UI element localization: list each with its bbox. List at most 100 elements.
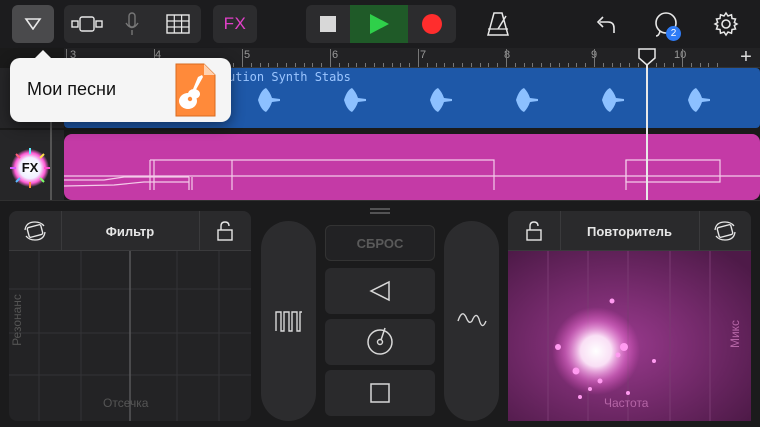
ruler-tick bbox=[418, 49, 419, 67]
ruler-tick bbox=[585, 63, 587, 67]
swap-effect-icon bbox=[714, 221, 736, 241]
fx-track-label: FX bbox=[21, 160, 39, 175]
filter-lock-button[interactable] bbox=[199, 211, 251, 251]
ruler-tick bbox=[708, 63, 710, 67]
ruler-tick bbox=[514, 63, 516, 67]
ruler-tick bbox=[506, 49, 507, 67]
fx-automation-region[interactable] bbox=[64, 134, 760, 200]
automation-curve bbox=[64, 159, 760, 190]
ruler-tick bbox=[321, 63, 323, 67]
waveform-blob bbox=[602, 88, 624, 112]
microphone-icon bbox=[125, 12, 139, 35]
repeater-panel-header: Повторитель bbox=[508, 211, 751, 251]
filter-title: Фильтр bbox=[105, 223, 155, 239]
transport-group bbox=[306, 5, 456, 43]
scratch-button[interactable] bbox=[325, 319, 435, 365]
ruler-tick bbox=[250, 63, 252, 67]
waveform-blob bbox=[258, 88, 280, 112]
ruler-tick bbox=[374, 63, 375, 67]
panel-grip-handle[interactable] bbox=[368, 207, 392, 215]
ruler-tick bbox=[435, 63, 437, 67]
record-icon bbox=[422, 14, 442, 34]
undo-icon bbox=[596, 16, 615, 33]
ruler-tick bbox=[347, 63, 349, 67]
unlock-icon bbox=[526, 221, 542, 241]
tracks-view-button[interactable] bbox=[154, 5, 201, 43]
ruler-tick bbox=[550, 63, 551, 67]
ruler-tick bbox=[391, 63, 393, 67]
my-songs-popup[interactable]: Мои песни bbox=[10, 50, 231, 122]
undo-button[interactable] bbox=[586, 5, 624, 43]
waveform-blob bbox=[516, 88, 538, 112]
filter-xy-pad[interactable]: Отсечка Резонанс bbox=[9, 251, 251, 421]
reset-button[interactable]: СБРОС bbox=[325, 225, 435, 261]
turntable-icon bbox=[367, 327, 393, 355]
ruler-tick bbox=[286, 63, 287, 67]
filter-swap-button[interactable] bbox=[9, 211, 61, 251]
ruler-tick bbox=[242, 49, 243, 67]
downsampler-button[interactable] bbox=[444, 221, 499, 421]
metronome-button[interactable] bbox=[478, 5, 518, 43]
ruler-tick bbox=[382, 63, 384, 67]
ruler-tick bbox=[268, 63, 270, 67]
reverse-triangle-icon bbox=[369, 280, 390, 302]
ruler-tick bbox=[594, 49, 595, 67]
ruler-tick bbox=[479, 63, 481, 67]
ruler-tick bbox=[690, 63, 692, 67]
ruler-tick bbox=[294, 63, 296, 67]
waveform-blob bbox=[344, 88, 366, 112]
unlock-icon bbox=[217, 221, 233, 241]
toolbar: FX 2 bbox=[0, 0, 760, 48]
browser-icon bbox=[71, 16, 103, 32]
grid-icon bbox=[165, 14, 190, 34]
add-section-button[interactable]: + bbox=[736, 47, 756, 68]
play-button[interactable] bbox=[350, 5, 408, 43]
ruler-tick bbox=[356, 63, 358, 67]
ruler-tick bbox=[541, 63, 543, 67]
ruler-tick bbox=[330, 49, 331, 67]
metronome-icon bbox=[487, 12, 509, 36]
stop-icon bbox=[320, 16, 336, 32]
app-root: FX 2 3 4 5 6 7 8 10 + ution Synth Stabs … bbox=[0, 0, 760, 427]
repeater-xy-pad[interactable]: Частота Микс bbox=[508, 251, 751, 421]
gate-icon bbox=[274, 311, 302, 332]
ruler-tick bbox=[611, 63, 613, 67]
ruler-tick bbox=[629, 63, 631, 67]
filter-x-axis-label: Отсечка bbox=[103, 396, 149, 410]
ruler-tick bbox=[602, 63, 604, 67]
ruler-tick bbox=[699, 63, 701, 67]
settings-button[interactable] bbox=[706, 5, 746, 43]
filter-y-axis-label: Резонанс bbox=[9, 294, 24, 346]
my-songs-button[interactable] bbox=[12, 5, 54, 43]
ruler-tick bbox=[259, 63, 261, 67]
swap-effect-icon bbox=[24, 221, 46, 241]
ruler-tick bbox=[409, 63, 411, 67]
repeater-lock-button[interactable] bbox=[508, 211, 560, 251]
ruler-tick bbox=[532, 63, 534, 67]
tape-stop-button[interactable] bbox=[325, 370, 435, 416]
repeater-title: Повторитель bbox=[586, 223, 673, 239]
ruler-tick bbox=[453, 63, 455, 67]
ruler-tick bbox=[682, 49, 683, 67]
mic-button[interactable] bbox=[110, 5, 154, 43]
fx-button[interactable]: FX bbox=[213, 5, 257, 43]
loops-button[interactable] bbox=[646, 5, 686, 43]
ruler-tick bbox=[567, 63, 569, 67]
playhead-handle[interactable] bbox=[638, 48, 656, 66]
popup-arrow bbox=[34, 50, 52, 59]
browser-view-button[interactable] bbox=[64, 5, 110, 43]
waveform-blob bbox=[430, 88, 452, 112]
record-button[interactable] bbox=[408, 5, 456, 43]
ruler-tick bbox=[444, 63, 446, 67]
stop-button[interactable] bbox=[306, 5, 350, 43]
gate-button[interactable] bbox=[261, 221, 316, 421]
ruler-tick bbox=[497, 63, 499, 67]
ruler-label: 10 bbox=[674, 49, 687, 61]
ruler-label: 5 bbox=[244, 49, 251, 61]
sine-wave-icon bbox=[456, 313, 487, 327]
repeater-swap-button[interactable] bbox=[699, 211, 751, 251]
ruler-label: 6 bbox=[332, 49, 339, 61]
ruler-tick bbox=[365, 63, 367, 67]
reverse-button[interactable] bbox=[325, 268, 435, 314]
fx-button-label: FX bbox=[223, 14, 247, 33]
